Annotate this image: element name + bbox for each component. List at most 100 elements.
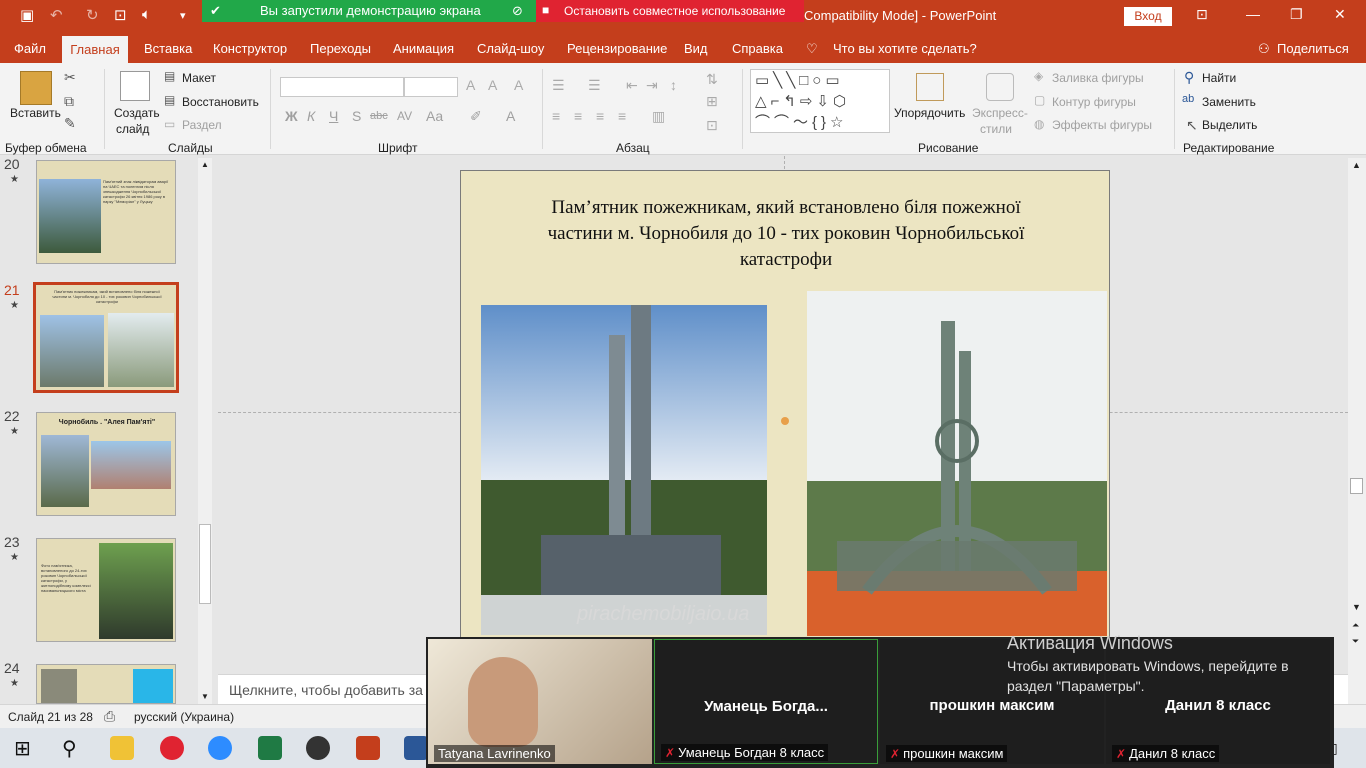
restore-icon[interactable]: ❐ (1290, 6, 1303, 23)
scroll-down-icon[interactable]: ▼ (1352, 602, 1361, 612)
word-icon[interactable] (404, 736, 428, 760)
font-size-select[interactable] (404, 77, 458, 97)
tab-review[interactable]: Рецензирование (567, 41, 667, 56)
tab-home[interactable]: Главная (62, 36, 128, 63)
slide-thumbnail-panel[interactable]: 20 ★ Пам'ятний знак ліквідаторам аварії … (0, 156, 216, 704)
windows-start-icon[interactable]: ⊞ (14, 736, 31, 761)
paste-button[interactable]: Вставить (10, 106, 61, 120)
zoom-app-icon[interactable] (208, 736, 232, 760)
search-icon[interactable]: ⚲ (62, 736, 77, 761)
text-direction-icon[interactable]: ⇅ (706, 71, 718, 88)
signin-button[interactable]: Вход (1124, 7, 1172, 26)
decrease-indent-icon[interactable]: ⇤ (626, 77, 638, 94)
slide-thumbnail-20[interactable]: Пам'ятний знак ліквідаторам аварії на ЧА… (36, 160, 176, 264)
tab-view[interactable]: Вид (684, 41, 708, 56)
video-tile-self[interactable]: Tatyana Lavrinenko (428, 639, 652, 764)
char-spacing-button[interactable]: AV (397, 109, 412, 123)
shield-icon[interactable]: ⊘ (512, 0, 523, 22)
smartart-icon[interactable]: ⊡ (706, 117, 718, 134)
slide-thumbnail-24[interactable] (36, 664, 176, 704)
minimize-icon[interactable]: — (1246, 6, 1260, 22)
align-center-icon[interactable]: ≡ (574, 108, 582, 124)
quick-styles-icon[interactable] (986, 73, 1014, 101)
scroll-thumb[interactable] (199, 524, 211, 604)
media-player-icon[interactable] (306, 736, 330, 760)
close-icon[interactable]: ✕ (1334, 6, 1346, 23)
scroll-down-icon[interactable]: ▼ (201, 692, 209, 701)
grow-font-icon[interactable]: A (466, 77, 475, 93)
start-slideshow-icon[interactable]: ⊡ (114, 6, 127, 24)
save-icon[interactable]: ▣ (20, 6, 34, 24)
shape-fill-button[interactable]: Заливка фигуры (1052, 71, 1144, 85)
customize-qat-icon[interactable]: ▾ (180, 9, 186, 22)
replace-button[interactable]: Заменить (1202, 95, 1256, 109)
shrink-font-icon[interactable]: A (488, 77, 497, 93)
arrange-button[interactable]: Упорядочить (894, 106, 965, 120)
pin-icon[interactable]: ✔ (210, 0, 221, 22)
tab-animations[interactable]: Анимация (393, 41, 454, 56)
numbering-icon[interactable]: ☰ (588, 77, 601, 94)
new-slide-button[interactable]: Создать (114, 106, 160, 120)
redo-icon[interactable]: ↻ (86, 6, 99, 24)
tab-design[interactable]: Конструктор (213, 41, 287, 56)
new-slide-icon[interactable] (120, 71, 150, 101)
shape-outline-button[interactable]: Контур фигуры (1052, 95, 1136, 109)
format-painter-icon[interactable]: ✎ (64, 115, 76, 132)
excel-icon[interactable] (258, 736, 282, 760)
change-case-button[interactable]: Aa (426, 108, 443, 124)
tab-help[interactable]: Справка (732, 41, 783, 56)
thumbnail-scrollbar[interactable]: ▲ ▼ (198, 158, 212, 704)
current-slide[interactable]: Пам’ятник пожежникам, який встановлено б… (460, 170, 1110, 640)
align-text-icon[interactable]: ⊞ (706, 93, 718, 110)
highlight-icon[interactable]: ✐ (470, 108, 482, 125)
next-slide-icon[interactable]: ⏷ (1352, 636, 1359, 647)
tab-slideshow[interactable]: Слайд-шоу (477, 41, 544, 56)
speaker-icon[interactable]: 🔈︎ (142, 6, 151, 23)
align-right-icon[interactable]: ≡ (596, 108, 604, 124)
monument-photo-right[interactable] (807, 291, 1107, 636)
language-indicator[interactable]: русский (Украина) (134, 710, 234, 724)
bold-button[interactable]: Ж (285, 108, 298, 124)
slide-thumbnail-23[interactable]: Фото пам'ятника, встановленого до 24-тих… (36, 538, 176, 642)
scroll-up-icon[interactable]: ▲ (201, 160, 209, 169)
shapes-gallery[interactable]: ▭╲╲□○▭ △⌐↰⇨⇩⬡ ⌒⌒〜{}☆ (750, 69, 890, 133)
clear-format-icon[interactable]: A (514, 77, 523, 93)
italic-button[interactable]: К (307, 108, 315, 124)
quick-styles-button[interactable]: Экспресс- (972, 106, 1028, 120)
share-button[interactable]: Поделиться (1277, 41, 1349, 56)
slide-title[interactable]: Пам’ятник пожежникам, який встановлено б… (521, 195, 1051, 273)
tell-me-search[interactable]: Что вы хотите сделать? (833, 41, 977, 56)
paste-icon[interactable] (20, 71, 52, 105)
font-color-button[interactable]: A (506, 108, 515, 124)
slide-thumbnail-21[interactable]: Пам'ятник пожежникам, який встановлено б… (33, 282, 179, 393)
tab-transitions[interactable]: Переходы (310, 41, 371, 56)
select-button[interactable]: Выделить (1202, 118, 1257, 132)
monument-photo-left[interactable] (481, 305, 767, 635)
notes-placeholder[interactable]: Щелкните, чтобы добавить за (229, 682, 423, 698)
prev-slide-icon[interactable]: ⏶ (1352, 620, 1359, 631)
columns-icon[interactable]: ▥ (652, 108, 665, 125)
align-left-icon[interactable]: ≡ (552, 108, 560, 124)
tab-file[interactable]: Файл (14, 41, 46, 56)
find-button[interactable]: Найти (1202, 71, 1236, 85)
spellcheck-icon[interactable]: ⎙ (104, 708, 115, 725)
underline-button[interactable]: Ч (329, 108, 338, 124)
line-spacing-icon[interactable]: ↕ (670, 77, 677, 93)
stop-sharing-button[interactable]: ■ Остановить совместное использование (536, 0, 804, 22)
opera-icon[interactable] (160, 736, 184, 760)
scroll-up-icon[interactable]: ▲ (1352, 160, 1361, 170)
layout-button[interactable]: Макет (182, 71, 216, 85)
justify-icon[interactable]: ≡ (618, 108, 626, 124)
reset-button[interactable]: Восстановить (182, 95, 259, 109)
file-explorer-icon[interactable] (110, 736, 134, 760)
bullets-icon[interactable]: ☰ (552, 77, 565, 94)
slide-thumbnail-22[interactable]: Чорнобиль . "Алея Пам'яті" (36, 412, 176, 516)
scroll-thumb[interactable] (1350, 478, 1363, 494)
shadow-button[interactable]: S (352, 108, 361, 124)
ribbon-display-icon[interactable]: ⊡ (1196, 6, 1208, 23)
video-tile-participant[interactable]: Уманець Богда... ✗ Уманець Богдан 8 класс (654, 639, 878, 764)
arrange-icon[interactable] (916, 73, 944, 101)
copy-icon[interactable]: ⧉ (64, 93, 74, 110)
powerpoint-icon[interactable] (356, 736, 380, 760)
strikethrough-button[interactable]: abc (370, 110, 388, 122)
